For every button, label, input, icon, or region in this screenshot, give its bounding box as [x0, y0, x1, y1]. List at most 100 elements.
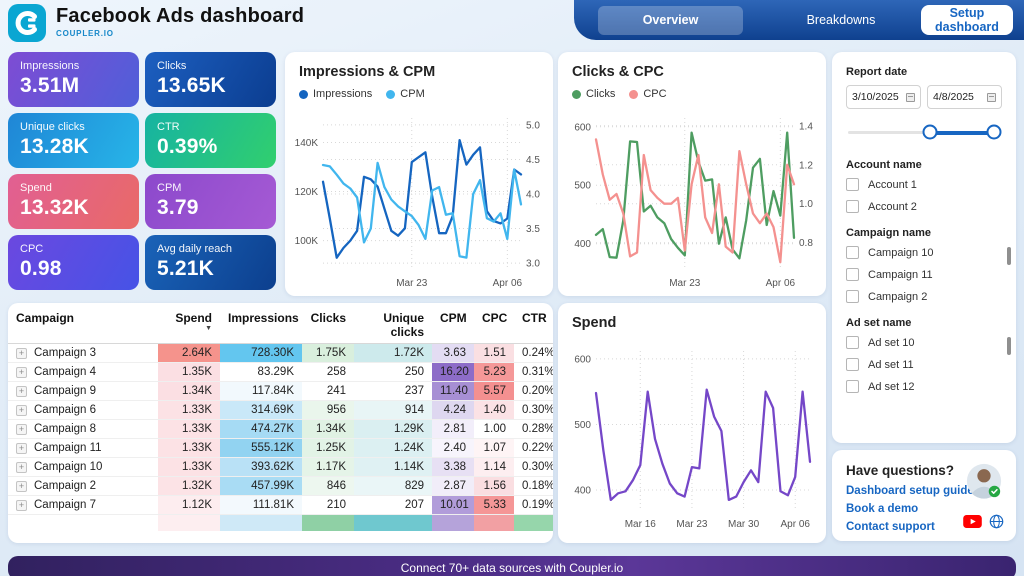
cell: 11.40	[432, 382, 474, 401]
end-date-input[interactable]: 4/8/2025	[927, 85, 1002, 109]
expand-icon[interactable]: +	[16, 462, 27, 473]
start-date-input[interactable]: 3/10/2025	[846, 85, 921, 109]
series-line-spend	[596, 390, 810, 500]
expand-icon[interactable]: +	[16, 405, 27, 416]
spend-chart-card: Spend 400500600Mar 16Mar 23Mar 30Apr 06	[558, 303, 826, 543]
cell: 4.24	[432, 401, 474, 420]
expand-icon[interactable]: +	[16, 500, 27, 511]
filter-option-ad-set-10[interactable]: Ad set 10	[846, 336, 1002, 349]
option-label: Ad set 12	[868, 381, 914, 393]
end-date-value: 4/8/2025	[933, 91, 974, 103]
table-row: +Campaign 21.32K457.99K8468292.871.560.1…	[8, 477, 553, 496]
checkbox[interactable]	[846, 246, 859, 259]
cell: 1.35K	[158, 363, 220, 382]
calendar-icon[interactable]	[987, 93, 996, 102]
series-line-cpm	[323, 163, 521, 258]
checkbox[interactable]	[846, 200, 859, 213]
campaign-name: Campaign 6	[34, 404, 96, 416]
checkbox[interactable]	[846, 380, 859, 393]
axis-tick-label: 140K	[295, 138, 319, 149]
x-axis-tick-label: Mar 23	[396, 278, 428, 289]
cell: 5.57	[474, 382, 514, 401]
filter-option-account-1[interactable]: Account 1	[846, 178, 1002, 191]
filter-option-campaign-2[interactable]: Campaign 2	[846, 290, 1002, 303]
filter-option-ad-set-11[interactable]: Ad set 11	[846, 358, 1002, 371]
cell: 10.01	[432, 496, 474, 515]
kpi-value: 13.32K	[20, 196, 127, 220]
cell: 111.81K	[220, 496, 302, 515]
campaign-name: Campaign 11	[34, 442, 102, 454]
column-header-spend[interactable]: Spend▼	[158, 305, 220, 344]
kpi-card-cpm: CPM3.79	[145, 174, 276, 229]
expand-icon[interactable]: +	[16, 481, 27, 492]
filter-option-ad-set-12[interactable]: Ad set 12	[846, 380, 1002, 393]
legend-dot	[572, 90, 581, 99]
legend-label: Impressions	[313, 88, 372, 100]
cell: 1.75K	[302, 344, 354, 363]
kpi-label: Impressions	[20, 60, 127, 72]
axis-tick-label: 120K	[295, 187, 319, 198]
checkbox[interactable]	[846, 336, 859, 349]
tab-overview[interactable]: Overview	[598, 6, 743, 35]
cell: 1.56	[474, 477, 514, 496]
expand-icon[interactable]: +	[16, 348, 27, 359]
kpi-value: 13.28K	[20, 135, 127, 159]
filter-option-campaign-11[interactable]: Campaign 11	[846, 268, 1002, 281]
legend-label: Clicks	[586, 88, 615, 100]
expand-icon[interactable]: +	[16, 443, 27, 454]
chart-legend: ClicksCPC	[558, 80, 826, 100]
cell: 258	[302, 363, 354, 382]
clicks-cpc-chart-card: Clicks & CPC ClicksCPC 4005006000.81.01.…	[558, 52, 826, 296]
cell: 1.34K	[302, 420, 354, 439]
checkbox[interactable]	[846, 290, 859, 303]
expand-icon[interactable]: +	[16, 367, 27, 378]
axis-tick-label: 1.0	[799, 199, 813, 210]
column-header-impressions[interactable]: Impressions	[220, 305, 302, 344]
cell: 1.14K	[354, 458, 432, 477]
expand-icon[interactable]: +	[16, 424, 27, 435]
slider-handle-end[interactable]	[986, 125, 1001, 140]
slider-handle-start[interactable]	[923, 125, 938, 140]
column-header-cpm[interactable]: CPM	[432, 305, 474, 344]
chart-title: Impressions & CPM	[285, 52, 553, 80]
checkbox[interactable]	[846, 268, 859, 281]
column-header-cpc[interactable]: CPC	[474, 305, 514, 344]
cell: 1.25K	[302, 439, 354, 458]
report-date-label: Report date	[846, 66, 1002, 78]
column-header-clicks[interactable]: Clicks	[302, 305, 354, 344]
slider-active-range[interactable]	[930, 131, 994, 135]
cell: 1.33K	[158, 439, 220, 458]
expand-icon[interactable]: +	[16, 386, 27, 397]
impressions-cpm-chart: 100K120K140K3.03.54.04.55.0Mar 23Apr 06	[285, 110, 553, 296]
cell: 956	[302, 401, 354, 420]
youtube-icon[interactable]	[963, 515, 982, 528]
avatar	[965, 462, 1003, 500]
checkbox[interactable]	[846, 178, 859, 191]
kpi-label: Unique clicks	[20, 121, 127, 133]
column-header-campaign[interactable]: Campaign	[8, 305, 158, 344]
kpi-label: Clicks	[157, 60, 264, 72]
tab-breakdowns[interactable]: Breakdowns	[761, 6, 921, 35]
scrollbar-thumb[interactable]	[1007, 247, 1011, 265]
filter-option-account-2[interactable]: Account 2	[846, 200, 1002, 213]
setup-dashboard-button[interactable]: Setup dashboard	[921, 5, 1013, 35]
date-range-slider[interactable]	[848, 119, 1000, 145]
calendar-icon[interactable]	[906, 93, 915, 102]
filter-option-campaign-10[interactable]: Campaign 10	[846, 246, 1002, 259]
scrollbar-thumb[interactable]	[1007, 337, 1011, 355]
clicks-cpc-chart: 4005006000.81.01.21.4Mar 23Apr 06	[558, 110, 826, 296]
axis-tick-label: 4.5	[526, 155, 540, 166]
checkbox[interactable]	[846, 358, 859, 371]
column-header-ctr[interactable]: CTR	[514, 305, 553, 344]
kpi-card-unique-clicks: Unique clicks 13.28K	[8, 113, 139, 168]
kpi-label: CPC	[20, 243, 127, 255]
kpi-label: CPM	[157, 182, 264, 194]
table-row: +Campaign 81.33K474.27K1.34K1.29K2.811.0…	[8, 420, 553, 439]
axis-tick-label: 5.0	[526, 120, 540, 131]
globe-icon[interactable]	[989, 514, 1004, 529]
column-header-unique-clicks[interactable]: Unique clicks	[354, 305, 432, 344]
footer-promo-bar[interactable]: Connect 70+ data sources with Coupler.io	[8, 556, 1016, 576]
axis-tick-label: 1.2	[799, 160, 813, 171]
table-row: +Campaign 91.34K117.84K24123711.405.570.…	[8, 382, 553, 401]
cell: 0.19%	[514, 496, 553, 515]
